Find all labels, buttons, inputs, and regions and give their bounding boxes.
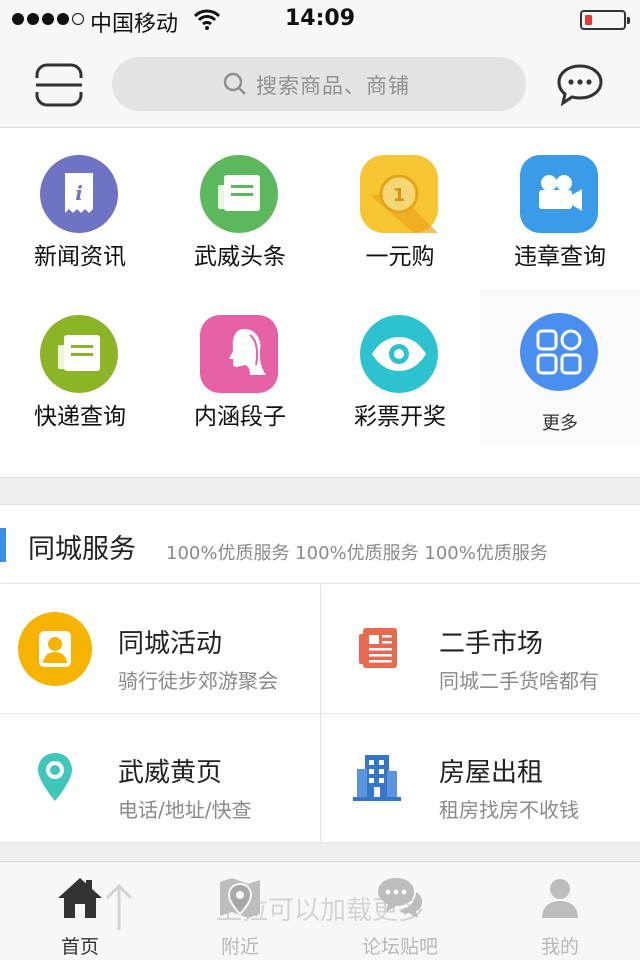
- service-title: 房屋出租: [439, 758, 544, 788]
- eye-icon: [360, 315, 438, 393]
- person-icon: [18, 612, 92, 686]
- grid-item-headlines[interactable]: 武威头条: [160, 129, 320, 279]
- service-subtitle: 骑行徒步郊游聚会: [118, 669, 278, 693]
- battery-icon: [580, 10, 630, 30]
- profile-icon: [200, 315, 278, 393]
- tab-bar: 上拉可以加载更多 首页 附近 论坛贴吧 我的: [0, 861, 640, 960]
- news-icon: i: [40, 155, 118, 233]
- service-title: 二手市场: [439, 629, 544, 659]
- service-list: 同城活动 骑行徒步郊游聚会 二手市场 同城二手货啥都有 武威黄页 电话/地址/快…: [0, 585, 640, 843]
- tab-label: 我的: [540, 936, 579, 958]
- scan-button[interactable]: [34, 62, 84, 108]
- grid-item-traffic-violation[interactable]: 违章查询: [480, 129, 640, 279]
- tab-me[interactable]: 我的: [480, 862, 640, 960]
- more-grid-icon: [520, 313, 598, 391]
- grid-label: 快递查询: [34, 404, 126, 430]
- tab-forum[interactable]: 论坛贴吧: [320, 862, 480, 960]
- service-item-yellow-pages[interactable]: 武威黄页 电话/地址/快查: [0, 714, 320, 843]
- forum-icon: [378, 878, 422, 918]
- service-item-events[interactable]: 同城活动 骑行徒步郊游聚会: [0, 585, 320, 714]
- service-title: 武威黄页: [118, 758, 223, 788]
- message-button[interactable]: [556, 62, 604, 108]
- service-item-second-hand[interactable]: 二手市场 同城二手货啥都有: [320, 585, 640, 714]
- grid-label: 违章查询: [514, 244, 606, 270]
- bottom-divider: [0, 843, 640, 861]
- location-pin-icon: [38, 753, 72, 801]
- service-subtitle: 同城二手货啥都有: [439, 669, 599, 693]
- grid-item-one-yuan[interactable]: 1 一元购: [320, 129, 480, 279]
- section-subtitle: 100%优质服务 100%优质服务 100%优质服务: [166, 543, 548, 564]
- tab-home[interactable]: 首页: [0, 862, 160, 960]
- grid-label: 彩票开奖: [354, 404, 446, 430]
- search-icon: [223, 72, 246, 95]
- tab-label: 附近: [220, 936, 259, 958]
- grid-label: 武威头条: [194, 244, 286, 270]
- svg-text:1: 1: [393, 185, 406, 206]
- svg-text:i: i: [75, 181, 83, 205]
- express-icon: [40, 315, 118, 393]
- camera-icon: [520, 155, 598, 233]
- grid-label: 更多: [542, 413, 578, 434]
- coin-icon: 1: [360, 155, 438, 233]
- headline-icon: [200, 155, 278, 233]
- service-item-rental[interactable]: 房屋出租 租房找房不收钱: [320, 714, 640, 843]
- grid-item-express[interactable]: 快递查询: [0, 289, 160, 439]
- status-bar: 中国移动 14:09: [0, 0, 640, 40]
- section-header: 同城服务 100%优质服务 100%优质服务 100%优质服务: [0, 506, 640, 584]
- clock: 14:09: [284, 6, 356, 31]
- grid-label: 一元购: [365, 244, 435, 270]
- grid-item-more[interactable]: 更多: [480, 289, 640, 445]
- top-header: 搜索商品、商铺: [0, 40, 640, 128]
- search-placeholder: 搜索商品、商铺: [256, 74, 410, 98]
- grid-item-jokes[interactable]: 内涵段子: [160, 289, 320, 439]
- grid-item-lottery[interactable]: 彩票开奖: [320, 289, 480, 439]
- search-input[interactable]: 搜索商品、商铺: [112, 57, 526, 111]
- grid-label: 新闻资讯: [34, 244, 126, 270]
- grid-label: 内涵段子: [194, 404, 286, 430]
- service-title: 同城活动: [118, 629, 223, 659]
- building-icon: [353, 755, 401, 801]
- grid-item-news[interactable]: i 新闻资讯: [0, 129, 160, 279]
- service-subtitle: 租房找房不收钱: [439, 798, 579, 822]
- tab-label: 论坛贴吧: [361, 936, 438, 958]
- newspaper-icon: [359, 628, 397, 668]
- nearby-icon: [220, 878, 260, 918]
- service-subtitle: 电话/地址/快查: [118, 798, 252, 822]
- section-accent-bar: [0, 528, 6, 562]
- section-title: 同城服务: [28, 534, 136, 565]
- tab-label: 首页: [60, 936, 99, 958]
- tab-nearby[interactable]: 附近: [160, 862, 320, 960]
- home-icon: [58, 878, 102, 918]
- feature-grid: i 新闻资讯 武威头条 1 一元购 违章查询 快递查询 内涵段子 彩票开奖 更多: [0, 129, 640, 477]
- section-divider: [0, 477, 640, 505]
- user-icon: [542, 879, 578, 918]
